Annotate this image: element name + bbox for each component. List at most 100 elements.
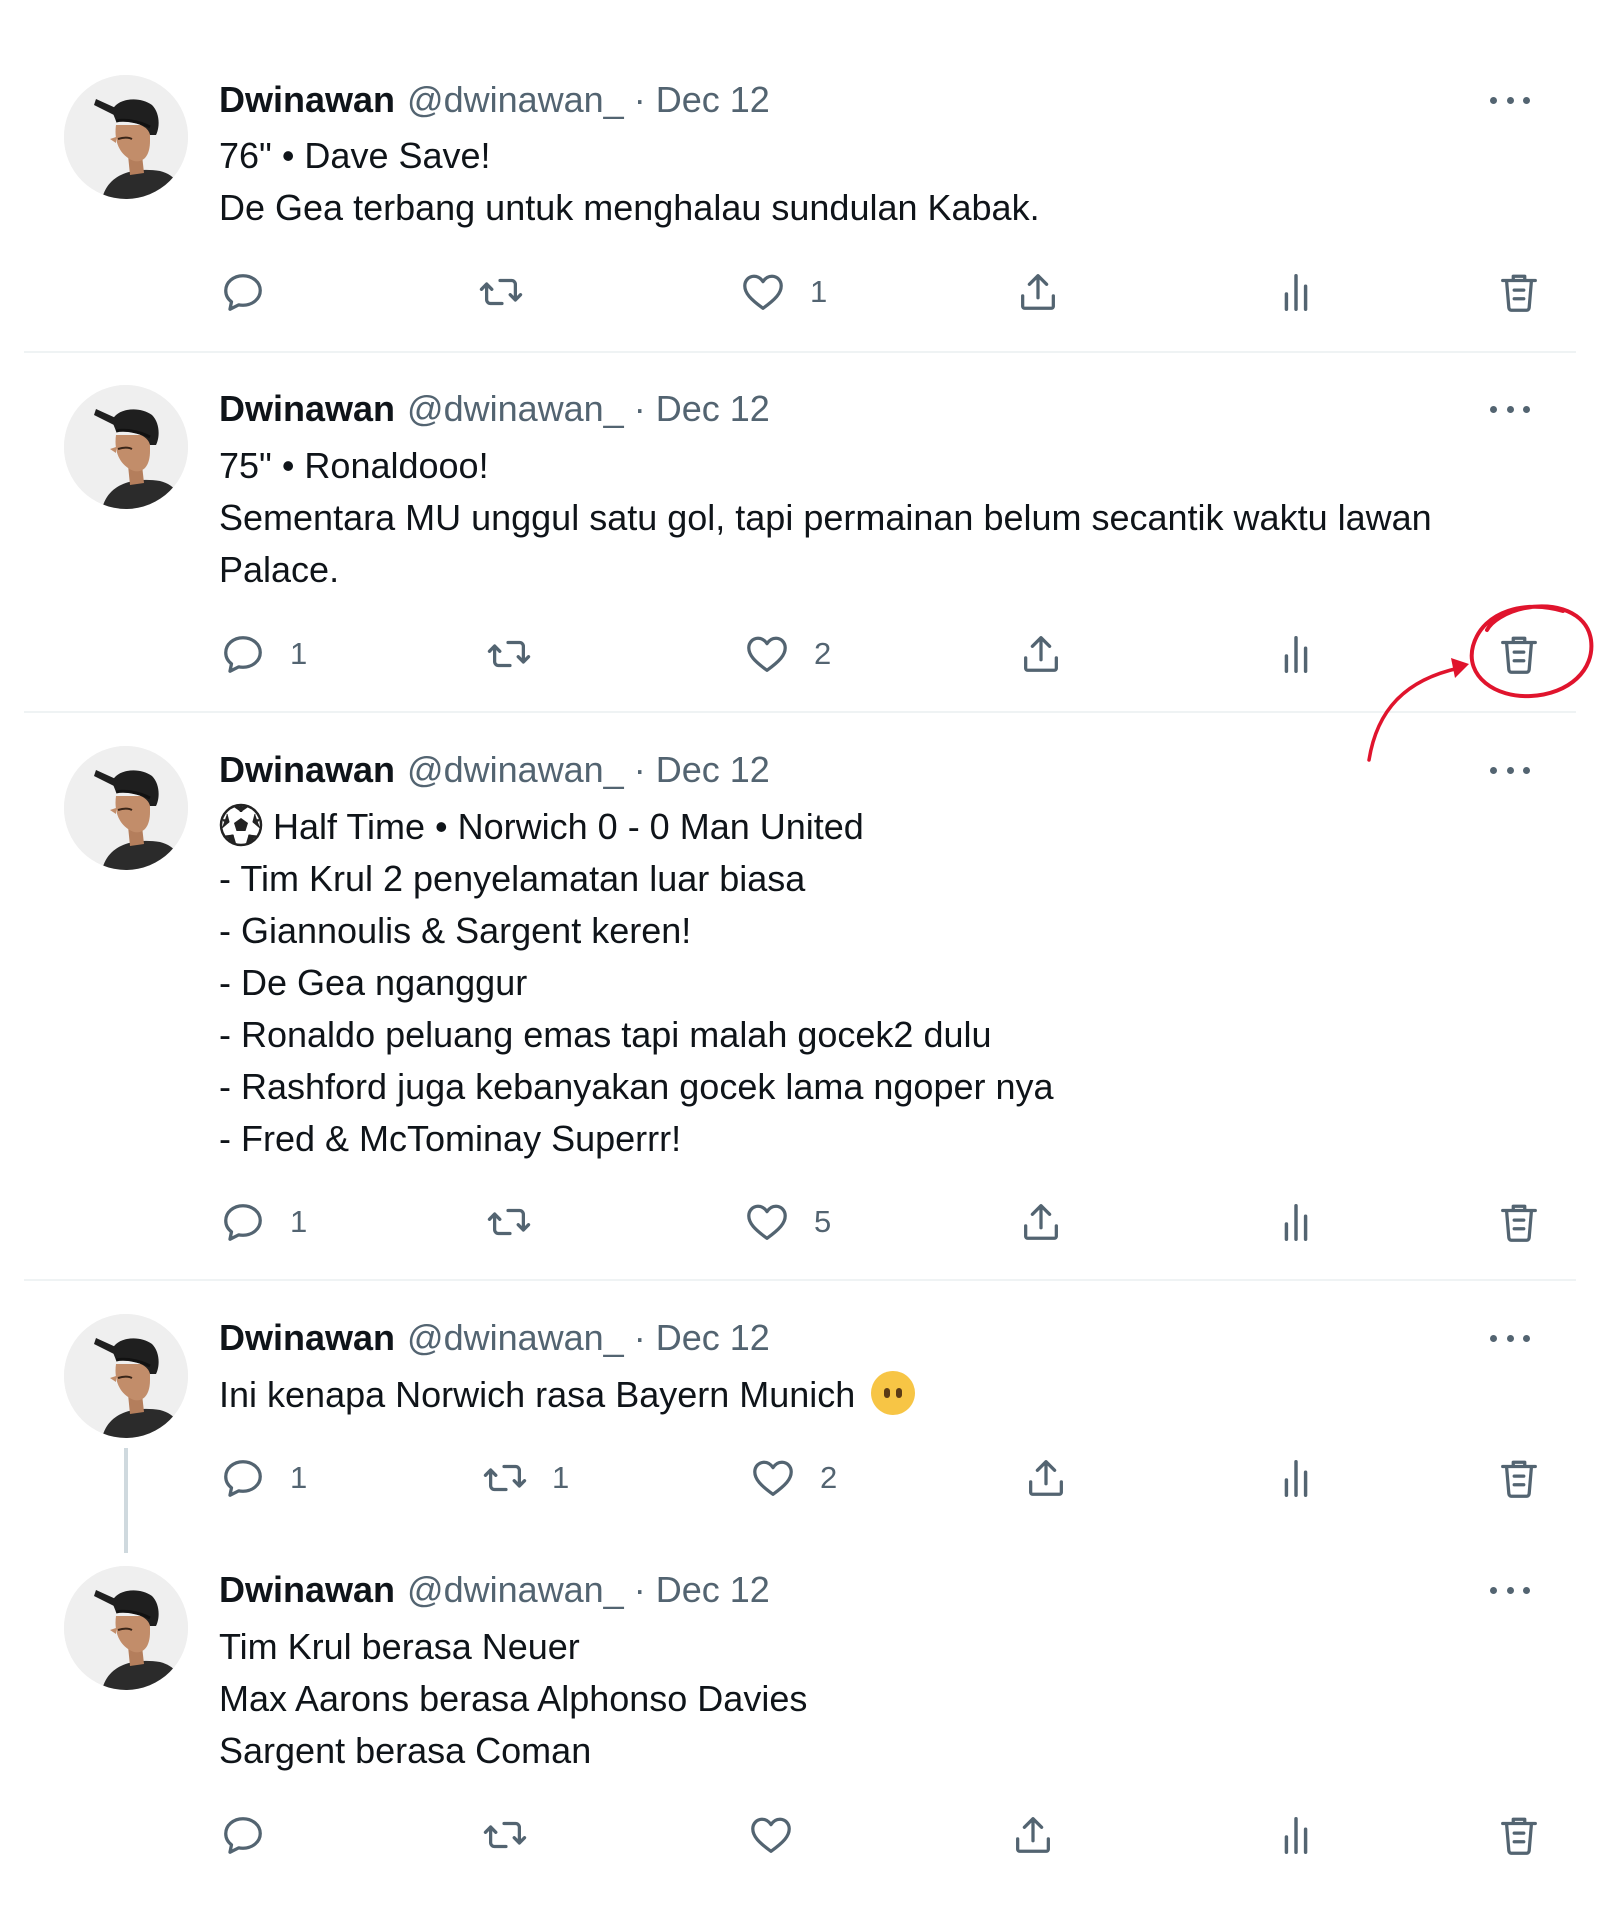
more-icon: [1490, 1334, 1497, 1342]
separator: ·: [633, 388, 646, 429]
reply-button[interactable]: 1: [220, 624, 307, 684]
tweet-line: Sementara MU unggul satu gol, tapi perma…: [219, 497, 1432, 538]
avatar[interactable]: [64, 1314, 188, 1438]
tweet-line: De Gea terbang untuk menghalau sundulan …: [219, 187, 1040, 228]
reply-button[interactable]: 1: [220, 1192, 307, 1252]
analytics-icon: [1273, 631, 1319, 677]
retweet-button[interactable]: [478, 262, 548, 322]
tweet-header: Dwinawan @dwinawan_ · Dec 12: [219, 387, 770, 431]
like-button[interactable]: 2: [750, 1448, 837, 1508]
retweet-icon: [482, 1455, 528, 1501]
tweet-actions: 1 1 2: [0, 1448, 1600, 1508]
avatar[interactable]: [64, 75, 188, 199]
more-options-button[interactable]: [1490, 90, 1530, 110]
analytics-icon: [1273, 1199, 1319, 1245]
tweet-date[interactable]: Dec 12: [656, 1569, 770, 1611]
delete-button[interactable]: [1496, 1192, 1542, 1252]
avatar[interactable]: [64, 385, 188, 509]
retweet-button[interactable]: [486, 624, 556, 684]
retweet-icon: [486, 631, 532, 677]
tweet-header: Dwinawan @dwinawan_ · Dec 12: [219, 78, 770, 122]
author-name[interactable]: Dwinawan: [219, 1317, 395, 1359]
like-button[interactable]: 5: [744, 1192, 831, 1252]
tweet-line: - Giannoulis & Sargent keren!: [219, 910, 692, 951]
author-handle[interactable]: @dwinawan_: [407, 749, 624, 791]
reply-count: 1: [290, 636, 308, 671]
tweet-date[interactable]: Dec 12: [656, 79, 770, 121]
tweet-line-text: Half Time • Norwich 0 - 0 Man United: [273, 806, 864, 847]
tweet-date[interactable]: Dec 12: [656, 1317, 770, 1359]
retweet-button[interactable]: 1: [482, 1448, 569, 1508]
heart-icon: [750, 1455, 796, 1501]
share-button[interactable]: [1018, 624, 1064, 684]
share-button[interactable]: [1023, 1448, 1069, 1508]
tweet-header: Dwinawan @dwinawan_ · Dec 12: [219, 1316, 770, 1360]
soccer-ball-icon: [219, 803, 263, 847]
reply-icon: [220, 1812, 266, 1858]
author-handle[interactable]: @dwinawan_: [407, 1569, 624, 1611]
retweet-icon: [486, 1199, 532, 1245]
author-name[interactable]: Dwinawan: [219, 749, 395, 791]
delete-button[interactable]: [1496, 624, 1542, 684]
author-name[interactable]: Dwinawan: [219, 79, 395, 121]
like-count: 5: [814, 1204, 832, 1239]
tweet-actions: 1 2: [0, 624, 1600, 684]
tweet-text: Ini kenapa Norwich rasa Bayern Munich: [219, 1369, 1559, 1421]
face-without-mouth-icon: [871, 1371, 916, 1415]
tweet-line: - Fred & McTominay Superrr!: [219, 1118, 682, 1159]
author-handle[interactable]: @dwinawan_: [407, 1317, 624, 1359]
share-button[interactable]: [1015, 262, 1061, 322]
retweet-button[interactable]: [482, 1805, 552, 1865]
more-options-button[interactable]: [1490, 760, 1530, 780]
like-button[interactable]: [748, 1805, 818, 1865]
author-name[interactable]: Dwinawan: [219, 1569, 395, 1611]
author-name[interactable]: Dwinawan: [219, 388, 395, 430]
separator: ·: [633, 1317, 646, 1358]
retweet-icon: [482, 1812, 528, 1858]
separator: ·: [633, 749, 646, 790]
reply-icon: [220, 631, 266, 677]
share-button[interactable]: [1010, 1805, 1056, 1865]
avatar[interactable]: [64, 1566, 188, 1690]
tweet-actions: 1 5: [0, 1192, 1600, 1252]
analytics-button[interactable]: [1273, 1448, 1319, 1508]
analytics-button[interactable]: [1273, 1805, 1319, 1865]
author-handle[interactable]: @dwinawan_: [407, 388, 624, 430]
tweet-header: Dwinawan @dwinawan_ · Dec 12: [219, 1568, 770, 1612]
tweet-date[interactable]: Dec 12: [656, 388, 770, 430]
delete-button[interactable]: [1496, 262, 1542, 322]
like-count: 1: [810, 274, 828, 309]
heart-icon: [744, 631, 790, 677]
retweet-button[interactable]: [486, 1192, 556, 1252]
analytics-button[interactable]: [1273, 624, 1319, 684]
tweet-header: Dwinawan @dwinawan_ · Dec 12: [219, 748, 770, 792]
reply-button[interactable]: 1: [220, 1448, 307, 1508]
like-button[interactable]: 1: [740, 262, 827, 322]
delete-button[interactable]: [1496, 1448, 1542, 1508]
delete-button[interactable]: [1496, 1805, 1542, 1865]
share-icon: [1018, 631, 1064, 677]
reply-button[interactable]: [220, 262, 290, 322]
like-button[interactable]: 2: [744, 624, 831, 684]
more-icon: [1490, 96, 1497, 104]
more-options-button[interactable]: [1490, 1328, 1530, 1348]
reply-icon: [220, 1199, 266, 1245]
avatar[interactable]: [64, 746, 188, 870]
like-count: 2: [820, 1460, 838, 1495]
tweet-line: 76" • Dave Save!: [219, 135, 491, 176]
share-icon: [1018, 1199, 1064, 1245]
more-options-button[interactable]: [1490, 399, 1530, 419]
tweet-line: Half Time • Norwich 0 - 0 Man United: [219, 801, 1559, 853]
analytics-button[interactable]: [1273, 262, 1319, 322]
reply-count: 1: [290, 1204, 308, 1239]
author-handle[interactable]: @dwinawan_: [407, 79, 624, 121]
share-icon: [1015, 269, 1061, 315]
tweet-date[interactable]: Dec 12: [656, 749, 770, 791]
separator: ·: [633, 1569, 646, 1610]
trash-icon: [1496, 269, 1542, 315]
analytics-button[interactable]: [1273, 1192, 1319, 1252]
share-button[interactable]: [1018, 1192, 1064, 1252]
more-options-button[interactable]: [1490, 1580, 1530, 1600]
tweet-line: Palace.: [219, 549, 340, 590]
reply-button[interactable]: [220, 1805, 290, 1865]
